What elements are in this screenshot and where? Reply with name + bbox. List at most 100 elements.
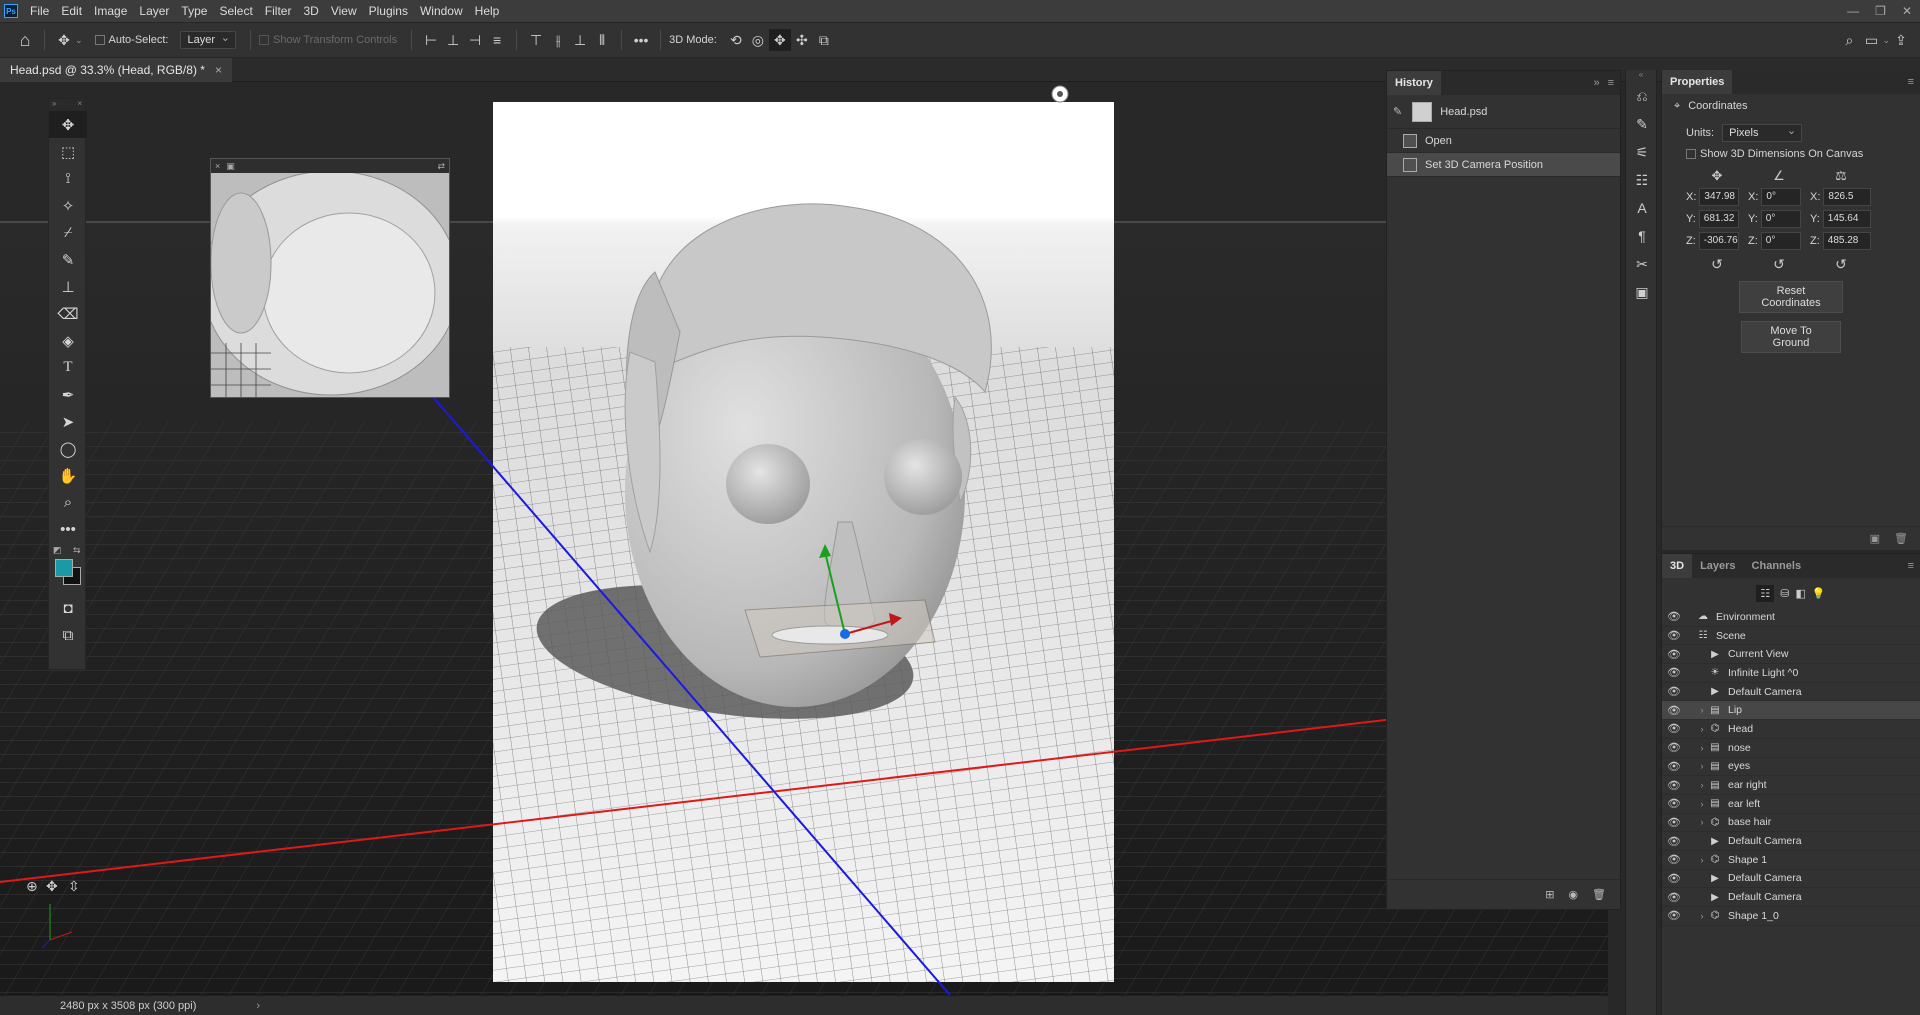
properties-panel-icon[interactable]: ☷ — [1626, 166, 1658, 194]
render-icon[interactable]: ▣ — [1870, 532, 1880, 545]
3d-tab[interactable]: 3D — [1662, 554, 1693, 578]
menu-filter[interactable]: Filter — [259, 0, 298, 22]
workspace-chevron-icon[interactable]: ⌄ — [1882, 35, 1890, 46]
marquee-tool[interactable]: ⬚ — [49, 138, 87, 165]
more-options-icon[interactable]: ••• — [630, 29, 652, 51]
history-item[interactable]: Set 3D Camera Position — [1387, 153, 1620, 177]
rotation-y-field[interactable]: 0° — [1760, 210, 1801, 228]
restore-button[interactable]: ❐ — [1867, 4, 1894, 18]
brush-settings-icon[interactable]: ✎ — [1626, 110, 1658, 138]
move-tool[interactable]: ✥ — [49, 111, 87, 138]
scene-item[interactable]: 👁 ▶ Default Camera — [1662, 832, 1920, 851]
ellipse-tool[interactable]: ◯ — [49, 435, 87, 462]
materials-filter-icon[interactable]: ◧ — [1795, 587, 1805, 600]
scene-item[interactable]: 👁 › ▤ eyes — [1662, 758, 1920, 777]
position-x-field[interactable]: 347.98 — [1699, 188, 1740, 206]
paragraph-icon[interactable]: ¶ — [1626, 222, 1658, 250]
character-icon[interactable]: A — [1626, 194, 1658, 222]
visibility-eye-icon[interactable]: 👁 — [1666, 610, 1682, 623]
scale-z-field[interactable]: 485.28 — [1822, 232, 1871, 250]
collapse-tools-icon[interactable]: » — [52, 99, 56, 111]
scene-item[interactable]: 👁 › ▤ Lip — [1662, 701, 1920, 721]
home-icon[interactable]: ⌂ — [14, 29, 36, 51]
properties-menu-icon[interactable]: ≡ — [1908, 76, 1914, 88]
gizmo-z-handle[interactable] — [840, 629, 850, 639]
position-z-field[interactable]: -306.76 — [1698, 232, 1739, 250]
eyedropper-tool[interactable]: ⌿ — [49, 219, 87, 246]
swap-colors-icon[interactable]: ⇆ — [73, 545, 81, 556]
distribute-vertical-icon[interactable]: ⫴ — [591, 29, 613, 51]
visibility-eye-icon[interactable]: 👁 — [1666, 853, 1682, 866]
share-icon[interactable]: ⇪ — [1890, 29, 1912, 51]
expand-caret-icon[interactable]: › — [1696, 761, 1708, 771]
quick-mask-tool[interactable]: ◘ — [49, 595, 87, 622]
visibility-eye-icon[interactable]: 👁 — [1666, 797, 1682, 810]
lip-model[interactable] — [771, 625, 889, 645]
scene-item[interactable]: 👁 ▶ Default Camera — [1662, 870, 1920, 889]
visibility-eye-icon[interactable]: 👁 — [1666, 741, 1682, 754]
menu-plugins[interactable]: Plugins — [363, 0, 414, 22]
tool-preset-chevron-icon[interactable]: ⌄ — [75, 35, 83, 46]
menu-layer[interactable]: Layer — [133, 0, 175, 22]
scene-item[interactable]: 👁 › ▤ ear right — [1662, 776, 1920, 795]
scene-item[interactable]: 👁 ☷ Scene — [1662, 627, 1920, 646]
scene-item[interactable]: 👁 › ⌬ Shape 1 — [1662, 851, 1920, 870]
new-document-from-state-icon[interactable]: ⊞ — [1545, 888, 1554, 901]
eraser-tool[interactable]: ⌫ — [49, 300, 87, 327]
visibility-eye-icon[interactable]: 👁 — [1666, 722, 1682, 735]
units-dropdown[interactable]: Pixels — [1722, 124, 1803, 142]
visibility-eye-icon[interactable]: 👁 — [1666, 704, 1682, 717]
position-y-field[interactable]: 681.32 — [1698, 210, 1739, 228]
visibility-eye-icon[interactable]: 👁 — [1666, 872, 1682, 885]
adjustments-icon[interactable]: ⚟ — [1626, 138, 1658, 166]
lights-filter-icon[interactable]: 💡 — [1812, 587, 1826, 600]
orbit-3d-icon[interactable]: ⟲ — [725, 29, 747, 51]
scene-item[interactable]: 👁 ☁ Environment — [1662, 608, 1920, 627]
document-tab[interactable]: Head.psd @ 33.3% (Head, RGB/8) * × — [0, 58, 232, 82]
reset-rotation-icon[interactable]: ↺ — [1748, 256, 1810, 273]
visibility-eye-icon[interactable]: 👁 — [1666, 909, 1682, 922]
visibility-eye-icon[interactable]: 👁 — [1666, 685, 1682, 698]
scene-item[interactable]: 👁 › ▤ nose — [1662, 739, 1920, 758]
tools-icon[interactable]: ✂ — [1626, 250, 1658, 278]
expand-caret-icon[interactable]: › — [1696, 724, 1708, 734]
collapse-strip-icon[interactable]: « — [1626, 70, 1656, 82]
auto-select-checkbox[interactable] — [94, 35, 105, 45]
paint-bucket-tool[interactable]: ◈ — [49, 327, 87, 354]
history-menu-icon[interactable]: ≡ — [1608, 77, 1614, 89]
expand-caret-icon[interactable]: › — [1696, 817, 1708, 827]
visibility-eye-icon[interactable]: 👁 — [1666, 648, 1682, 661]
show-transform-checkbox[interactable] — [259, 35, 269, 45]
eye-left-model[interactable] — [726, 444, 810, 524]
history-item[interactable]: Open — [1387, 129, 1620, 153]
zoom-tool[interactable]: ⌕ — [49, 489, 87, 516]
align-bottom-icon[interactable]: ⊥ — [569, 29, 591, 51]
scene-item[interactable]: 👁 ▶ Default Camera — [1662, 888, 1920, 907]
align-right-icon[interactable]: ⊣ — [464, 29, 486, 51]
distribute-icon[interactable]: ≡ — [486, 29, 508, 51]
reset-coordinates-button[interactable]: Reset Coordinates — [1739, 281, 1843, 313]
rotation-x-field[interactable]: 0° — [1761, 188, 1802, 206]
scale-3d-icon[interactable]: ⧉ — [813, 29, 835, 51]
align-left-icon[interactable]: ⊢ — [420, 29, 442, 51]
secondary-view-close-icon[interactable]: × — [215, 161, 220, 171]
visibility-eye-icon[interactable]: 👁 — [1666, 891, 1682, 904]
magic-wand-tool[interactable]: ✧ — [49, 192, 87, 219]
scene-item[interactable]: 👁 › ▤ ear left — [1662, 795, 1920, 814]
menu-3d[interactable]: 3D — [297, 0, 324, 22]
menu-edit[interactable]: Edit — [55, 0, 88, 22]
scene-item[interactable]: 👁 ☀ Infinite Light ^0 — [1662, 664, 1920, 683]
move-tool-icon[interactable]: ✥ — [53, 29, 75, 51]
workspace-icon[interactable]: ▭ — [1860, 29, 1882, 51]
scene-item[interactable]: 👁 › ⌬ base hair — [1662, 814, 1920, 833]
brush-tool[interactable]: ✎ — [49, 246, 87, 273]
eye-right-model[interactable] — [884, 439, 962, 515]
scale-x-field[interactable]: 826.5 — [1823, 188, 1872, 206]
reset-position-icon[interactable]: ↺ — [1686, 256, 1748, 273]
visibility-eye-icon[interactable]: 👁 — [1666, 760, 1682, 773]
delete-state-icon[interactable]: 🗑 — [1592, 888, 1606, 901]
lasso-tool[interactable]: ⟟ — [49, 165, 87, 192]
search-icon[interactable]: ⌕ — [1838, 29, 1860, 51]
menu-select[interactable]: Select — [213, 0, 258, 22]
pen-tool[interactable]: ✒ — [49, 381, 87, 408]
